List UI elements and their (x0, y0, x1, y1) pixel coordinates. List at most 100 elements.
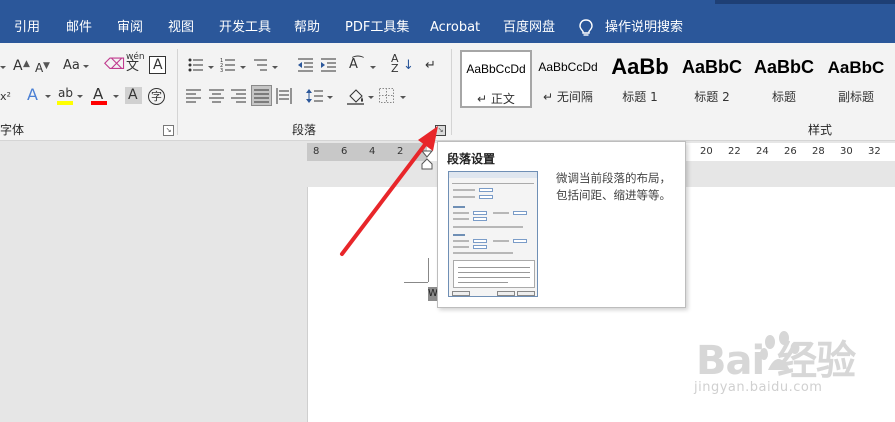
style-sample: AaBbC (753, 57, 814, 77)
style-sample: AaBbCcDd (466, 62, 526, 76)
ruler-number: 32 (868, 146, 881, 157)
char-shading-icon: A (128, 87, 138, 103)
grow-font-icon[interactable]: A (13, 57, 23, 75)
tab-baidu-netdisk[interactable]: 百度网盘 (503, 0, 555, 43)
style-heading-2[interactable]: AaBbC 标题 2 (676, 50, 748, 108)
styles-group-label: 样式 (808, 123, 833, 137)
menu-bar: 引用 邮件 审阅 视图 开发工具 帮助 PDF工具集 Acrobat 百度网盘 … (0, 0, 895, 43)
shrink-font-icon[interactable]: A (35, 59, 43, 77)
tab-help[interactable]: 帮助 (294, 0, 320, 43)
shrink-font-caret-icon: ▼ (43, 61, 50, 71)
ruler-number: 30 (840, 146, 853, 157)
thumb-field (479, 195, 493, 199)
asian-layout-icon[interactable]: A͡ (349, 56, 358, 74)
text-effects-dropdown-icon[interactable] (45, 95, 51, 98)
multilevel-list-icon[interactable] (252, 57, 268, 73)
tell-me-search[interactable]: 操作说明搜索 (605, 0, 683, 43)
watermark-url: jingyan.baidu.com (694, 380, 823, 395)
font-color-dropdown-icon[interactable] (113, 95, 119, 98)
style-name-text: 无间隔 (556, 90, 593, 104)
style-name: 标题 2 (694, 90, 730, 104)
tab-review[interactable]: 审阅 (117, 0, 143, 43)
justify-button[interactable] (251, 85, 272, 106)
line-spacing-dropdown-icon[interactable] (327, 96, 333, 99)
decrease-indent-icon[interactable] (297, 57, 314, 73)
style-normal[interactable]: AaBbCcDd ↵ 正文 (460, 50, 532, 108)
asian-layout-dropdown-icon[interactable] (370, 66, 376, 69)
crop-mark (404, 282, 428, 283)
align-left-icon[interactable] (186, 89, 201, 103)
paragraph-settings-tooltip: 段落设置 微调当前段落的布局，包括间距、缩进等等。 (437, 141, 686, 308)
ruler-number: 24 (756, 146, 769, 157)
lightbulb-icon (579, 19, 593, 36)
ruler-number: 22 (728, 146, 741, 157)
increase-indent-icon[interactable] (320, 57, 337, 73)
justify-icon (254, 89, 269, 103)
thumb-field (473, 211, 487, 215)
shading-dropdown-icon[interactable] (368, 96, 374, 99)
style-name: 标题 1 (622, 90, 658, 104)
multilevel-dropdown-icon[interactable] (272, 66, 278, 69)
highlight-dropdown-icon[interactable] (77, 95, 83, 98)
borders-icon[interactable] (379, 88, 394, 103)
style-sample: AaBbCcDd (538, 60, 598, 74)
style-name: ↵ 无间隔 (543, 90, 593, 104)
sort-icon[interactable]: AZ (391, 53, 399, 74)
thumb-line (453, 206, 465, 208)
enclose-characters-icon[interactable]: 字 (148, 88, 165, 105)
font-dialog-launcher-icon[interactable]: ↘ (163, 125, 174, 136)
phonetic-guide-icon[interactable]: wén 文 (126, 52, 145, 73)
font-size-dropdown-icon[interactable] (0, 66, 6, 69)
phonetic-bottom: 文 (126, 59, 140, 74)
thumb-line (453, 212, 469, 214)
tab-developer[interactable]: 开发工具 (219, 0, 271, 43)
tab-mailings[interactable]: 邮件 (66, 0, 92, 43)
show-marks-icon[interactable]: ↵ (425, 57, 436, 75)
tooltip-description: 微调当前段落的布局，包括间距、缩进等等。 (556, 171, 671, 202)
thumb-line (493, 240, 509, 242)
style-heading-1[interactable]: AaBb 标题 1 (604, 50, 676, 108)
style-no-spacing[interactable]: AaBbCcDd ↵ 无间隔 (532, 50, 604, 108)
numbering-icon[interactable]: 1 2 3 (220, 57, 236, 73)
thumb-line (493, 212, 509, 214)
tooltip-title: 段落设置 (447, 152, 496, 166)
thumb-line (458, 272, 530, 273)
bullets-dropdown-icon[interactable] (208, 66, 214, 69)
ruler-number: 26 (784, 146, 797, 157)
title-bar-strip (715, 0, 895, 4)
text-effects-icon[interactable]: A (27, 86, 38, 104)
style-title[interactable]: AaBbC 标题 (748, 50, 820, 108)
numbering-dropdown-icon[interactable] (240, 66, 246, 69)
shading-icon[interactable] (347, 87, 364, 105)
align-right-icon[interactable] (231, 89, 246, 103)
tab-references[interactable]: 引用 (14, 0, 40, 43)
grow-font-caret-icon: ▲ (23, 59, 30, 69)
ruler-number: 8 (313, 146, 320, 157)
highlight-icon[interactable]: ab (58, 84, 73, 102)
clear-formatting-icon[interactable]: ⌫ (104, 55, 125, 73)
change-case-dropdown-icon[interactable] (83, 65, 89, 68)
ruler-number: 28 (812, 146, 825, 157)
distributed-icon[interactable] (276, 88, 292, 104)
word-window: 引用 邮件 审阅 视图 开发工具 帮助 PDF工具集 Acrobat 百度网盘 … (0, 0, 895, 422)
style-subtitle[interactable]: AaBbC 副标题 (820, 50, 892, 108)
char-border-button[interactable]: A (149, 56, 166, 74)
tab-view[interactable]: 视图 (168, 0, 194, 43)
change-case-icon[interactable]: Aa (63, 57, 80, 75)
line-spacing-icon[interactable] (306, 88, 323, 104)
char-border-icon: A (153, 57, 163, 73)
align-center-icon[interactable] (209, 89, 224, 103)
baidu-paw-icon (760, 331, 800, 370)
paragraph-dialog-preview-image (448, 171, 538, 297)
thumb-line (458, 277, 530, 278)
char-shading-button[interactable]: A (125, 87, 142, 104)
style-sample: AaBbC (827, 58, 885, 77)
borders-dropdown-icon[interactable] (400, 96, 406, 99)
paragraph-group-label: 段落 (292, 123, 317, 137)
tab-pdf-tools[interactable]: PDF工具集 (345, 0, 409, 43)
thumb-tabs (452, 179, 534, 184)
thumb-line (453, 246, 469, 248)
bullets-icon[interactable] (188, 57, 204, 73)
superscript-icon[interactable]: x² (0, 88, 11, 106)
tab-acrobat[interactable]: Acrobat (430, 0, 480, 43)
